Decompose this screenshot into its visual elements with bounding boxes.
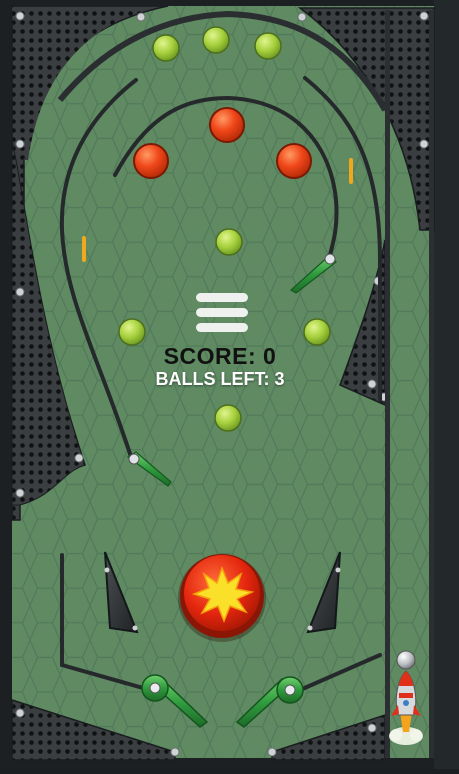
green-bumper xyxy=(254,32,282,60)
green-bumper xyxy=(215,228,243,256)
red-bumper xyxy=(209,107,245,143)
green-bumper xyxy=(214,404,242,432)
red-bumper xyxy=(133,143,169,179)
score-label: SCORE: 0 xyxy=(163,343,277,369)
hamburger-menu-icon[interactable] xyxy=(196,293,248,332)
center-bumper xyxy=(178,554,266,642)
pinball-ball xyxy=(396,650,416,670)
balls-left-label: BALLS LEFT: 3 xyxy=(155,369,285,389)
red-bumper xyxy=(276,143,312,179)
green-bumper xyxy=(202,26,230,54)
green-bumper xyxy=(303,318,331,346)
lane-marker xyxy=(82,236,86,262)
lane-marker xyxy=(349,158,353,184)
green-bumper xyxy=(118,318,146,346)
green-bumper xyxy=(152,34,180,62)
pinball-game[interactable]: SCORE: 0 BALLS LEFT: 3 xyxy=(0,0,459,769)
